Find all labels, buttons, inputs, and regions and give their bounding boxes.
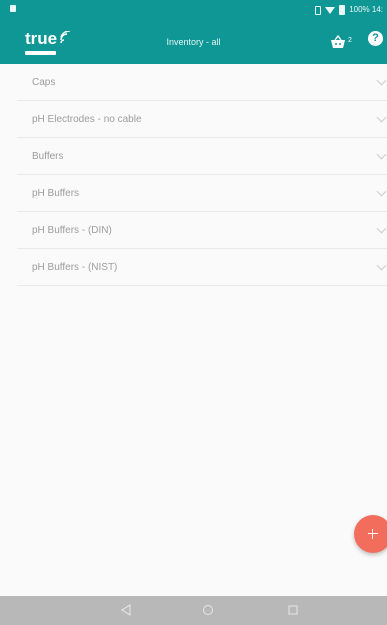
basket-icon [331,35,345,48]
list-item-ph-buffers-nist[interactable]: pH Buffers - (NIST) [17,249,387,286]
logo-text: true [25,29,58,48]
battery-icon [339,5,346,15]
chevron-down-icon [376,260,387,271]
list-item-ph-electrodes-no-cable[interactable]: pH Electrodes - no cable [17,101,387,138]
help-button[interactable]: ? [368,31,383,46]
cart-button[interactable]: 2 [328,32,356,52]
recent-square-icon[interactable] [286,603,300,617]
list-item-label: pH Buffers - (DIN) [32,225,112,236]
list-item-label: Caps [32,77,56,88]
signal-waves-icon [60,31,71,44]
cart-count-badge: 2 [348,37,352,44]
notification-icon [10,5,16,12]
chevron-down-icon [376,186,387,197]
list-item-buffers[interactable]: Buffers [17,138,387,175]
status-bar: 100% 14: [0,0,387,20]
wifi-icon [325,6,336,14]
battery-time-text: 100% 14: [349,5,383,14]
chevron-down-icon [376,149,387,160]
status-icons: 100% 14: [315,4,383,16]
help-icon: ? [372,32,379,44]
back-triangle-icon[interactable] [119,603,133,617]
add-item-fab[interactable] [354,515,387,553]
chevron-down-icon [376,112,387,123]
chevron-down-icon [376,75,387,86]
list-item-label: pH Buffers [32,188,80,199]
list-item-ph-buffers-din[interactable]: pH Buffers - (DIN) [17,212,387,249]
list-item-label: pH Buffers - (NIST) [32,262,118,273]
vibrate-icon [315,5,322,15]
true-logo: true [25,29,95,59]
app-bar: true Inventory - all 2 ? [0,20,387,64]
inventory-list: Caps pH Electrodes - no cable Buffers pH… [17,64,387,286]
list-item-label: Buffers [32,151,64,162]
chevron-down-icon [376,223,387,234]
list-item-label: pH Electrodes - no cable [32,114,142,125]
logo-underline [25,51,56,55]
plus-icon [368,533,378,534]
plus-icon-vertical [372,529,373,539]
list-item-caps[interactable]: Caps [17,64,387,101]
home-circle-icon[interactable] [201,603,215,617]
list-item-ph-buffers[interactable]: pH Buffers [17,175,387,212]
system-nav-bar [0,596,387,625]
